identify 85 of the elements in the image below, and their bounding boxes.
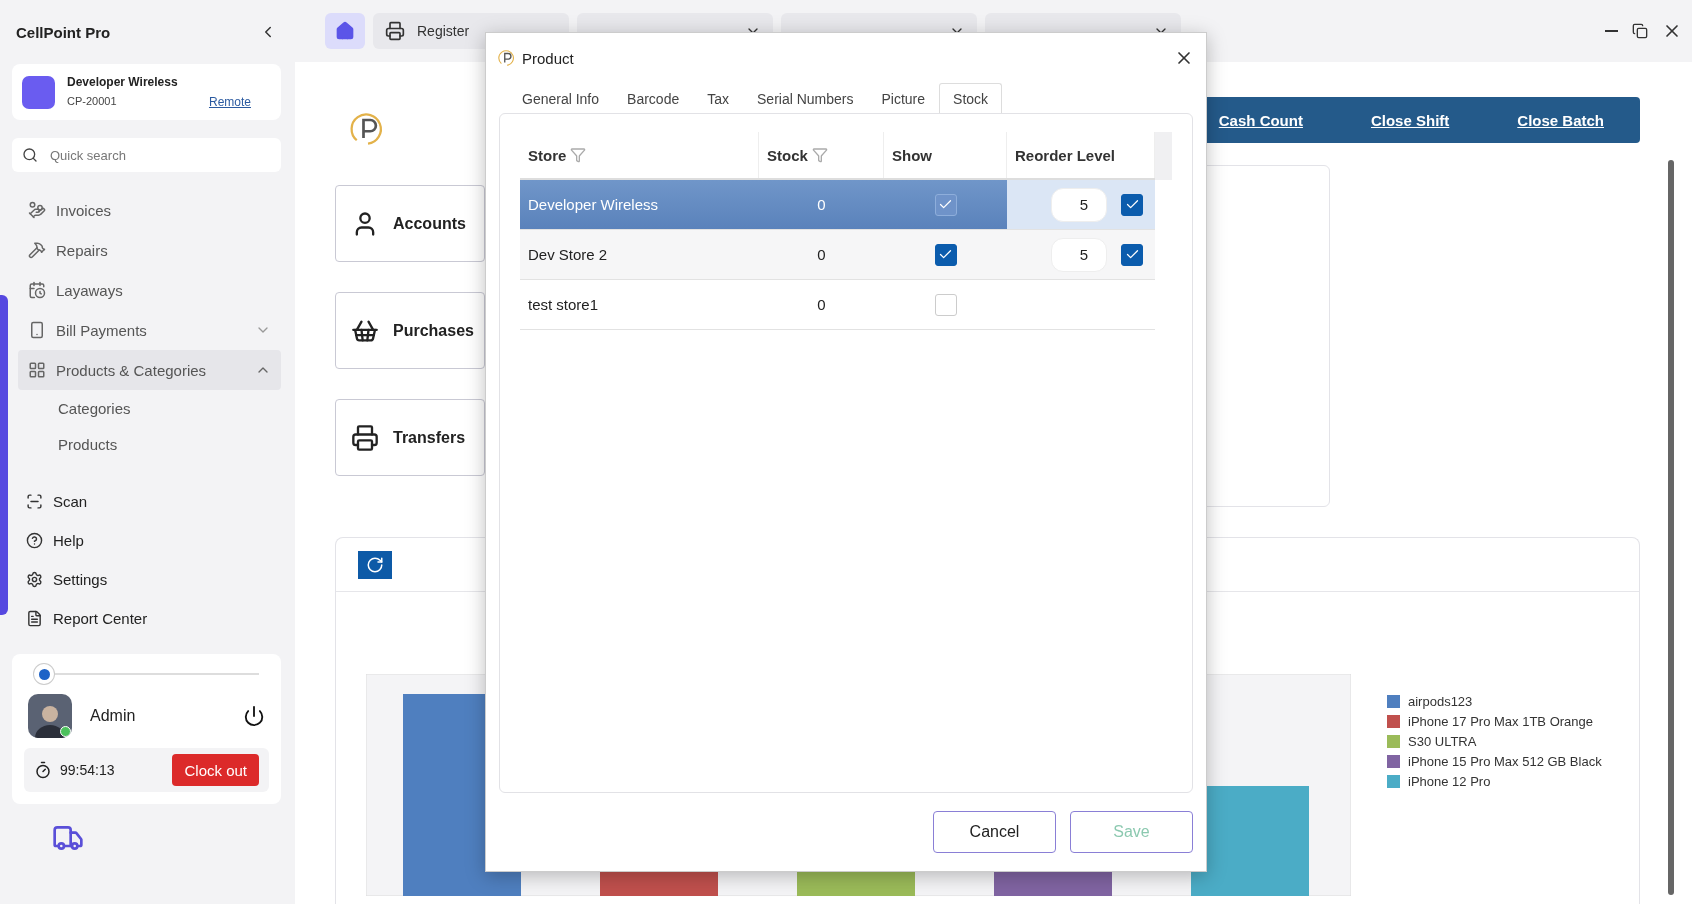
remote-link[interactable]: Remote	[208, 95, 251, 109]
restore-icon	[1632, 23, 1648, 39]
action-link[interactable]: Close Batch	[1517, 111, 1604, 129]
tile-card[interactable]: Transfers	[335, 399, 485, 476]
refresh-button[interactable]	[358, 550, 392, 579]
printer-icon	[351, 423, 379, 452]
nav-item[interactable]: Invoices	[18, 190, 281, 230]
dialog-tab[interactable]: Barcode	[613, 83, 694, 113]
tile-card[interactable]: Purchases	[335, 292, 485, 369]
timer-text: 99:54:13	[60, 762, 116, 778]
calendar-clock-icon	[28, 281, 46, 299]
store-name: test store1	[528, 296, 599, 313]
column-header: Store	[528, 146, 567, 164]
dialog-tab[interactable]: Picture	[867, 83, 940, 113]
action-link[interactable]: Close Shift	[1370, 111, 1450, 129]
reorder-checkbox[interactable]	[1121, 193, 1143, 216]
legend-label: S30 ULTRA	[1408, 734, 1477, 749]
legend-label: iPhone 12 Pro	[1408, 774, 1491, 789]
dialog-tab[interactable]: Tax	[693, 83, 743, 113]
nav-item[interactable]: Bill Payments	[18, 310, 281, 350]
printer-icon	[385, 21, 405, 41]
nav-item[interactable]: Help	[12, 521, 281, 560]
store-name: Dev Store 2	[528, 246, 608, 263]
table-row[interactable]: Developer Wireless 0 5	[520, 180, 1155, 230]
column-header: Stock	[767, 146, 808, 164]
nav-item[interactable]: Layaways	[18, 270, 281, 310]
search-input[interactable]: Quick search	[48, 146, 271, 164]
restore-button[interactable]	[1632, 21, 1648, 41]
action-link[interactable]: Cash Count	[1218, 111, 1303, 129]
dialog-tab[interactable]: General Info	[508, 83, 614, 113]
legend-label: airpods123	[1408, 694, 1473, 709]
stock-value: 0	[817, 296, 826, 313]
help-icon	[26, 532, 43, 549]
logo-icon	[498, 49, 516, 67]
nav-item[interactable]: Scan	[12, 482, 281, 521]
legend-label: iPhone 15 Pro Max 512 GB Black	[1408, 754, 1602, 769]
account-avatar	[22, 75, 55, 109]
show-checkbox[interactable]	[934, 193, 957, 216]
home-icon	[335, 21, 355, 41]
reorder-field[interactable]: 5	[1051, 237, 1107, 272]
search-field[interactable]: Quick search	[12, 138, 281, 172]
nav-item[interactable]: Repairs	[18, 230, 281, 270]
settings-icon	[26, 571, 43, 588]
hand-coins-icon	[28, 201, 46, 219]
user-name: Admin	[90, 707, 137, 725]
nav-subitem[interactable]: Categories	[12, 390, 281, 426]
scrollbar[interactable]	[1668, 160, 1674, 895]
account-code: CP-20001	[67, 95, 117, 109]
hammer-icon	[28, 241, 46, 259]
legend-label: iPhone 17 Pro Max 1TB Orange	[1408, 714, 1593, 729]
document-icon	[26, 610, 43, 627]
tile-card[interactable]: Accounts	[335, 185, 485, 262]
minimize-icon	[1605, 30, 1618, 32]
store-name: Developer Wireless	[528, 196, 659, 213]
dialog-button[interactable]: Cancel	[933, 811, 1056, 853]
table-row[interactable]: Dev Store 2 0 5	[520, 230, 1155, 280]
app-title: CellPoint Pro	[16, 23, 111, 41]
home-tab[interactable]	[325, 13, 365, 49]
grid-icon	[28, 361, 46, 379]
show-checkbox[interactable]	[934, 243, 957, 266]
search-icon	[22, 147, 38, 163]
dialog-title: Product	[522, 49, 575, 67]
stock-value: 0	[817, 246, 826, 263]
nav-subitem[interactable]: Products	[12, 426, 281, 462]
dialog-tab[interactable]: Stock	[939, 83, 1003, 113]
dialog-tab[interactable]: Serial Numbers	[743, 83, 868, 113]
phone-icon	[28, 321, 46, 339]
scan-icon	[26, 493, 43, 510]
column-header: Reorder Level	[1015, 146, 1116, 164]
account-name: Developer Wireless	[67, 75, 179, 89]
refresh-icon	[366, 555, 384, 574]
power-icon	[243, 705, 265, 727]
timer-icon	[34, 761, 52, 779]
nav-item[interactable]: Settings	[12, 560, 281, 599]
column-header: Show	[892, 146, 932, 164]
reorder-checkbox[interactable]	[1121, 243, 1143, 266]
scrollbar-header	[1155, 132, 1172, 180]
slider-thumb[interactable]	[34, 664, 54, 684]
nav-item[interactable]: Report Center	[12, 599, 281, 638]
power-button[interactable]	[243, 705, 265, 727]
online-status-dot	[60, 726, 71, 737]
nav-item[interactable]: Products & Categories	[18, 350, 281, 390]
reorder-field[interactable]: 5	[1051, 187, 1107, 222]
stock-value: 0	[817, 196, 826, 213]
clock-out-button[interactable]: Clock out	[172, 754, 259, 786]
